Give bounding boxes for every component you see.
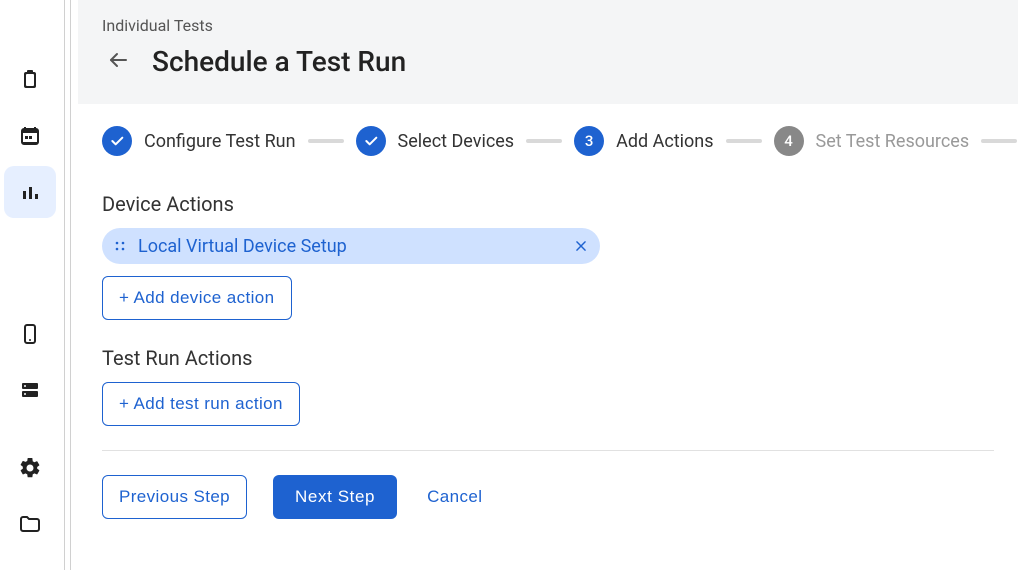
close-icon[interactable] [574,239,588,253]
device-action-label: Local Virtual Device Setup [138,236,562,257]
step-connector [308,139,344,143]
next-step-button[interactable]: Next Step [273,475,397,519]
nav-folder[interactable] [4,498,56,550]
page-header: Individual Tests Schedule a Test Run [78,0,1018,104]
step-connector [981,139,1017,143]
wizard-stepper: Configure Test Run Select Devices 3 Add … [102,126,994,156]
previous-step-button[interactable]: Previous Step [102,475,247,519]
step-connector [726,139,762,143]
step-label: Set Test Resources [816,131,970,152]
step-configure-test-run[interactable]: Configure Test Run [102,126,296,156]
gear-icon [18,456,42,480]
vertical-divider [60,0,78,570]
add-test-run-action-button[interactable]: + Add test run action [102,382,300,426]
nav-chart[interactable] [4,166,56,218]
nav-server[interactable] [4,364,56,416]
server-icon [18,378,42,402]
check-icon [356,126,386,156]
clipboard-icon [18,68,42,92]
breadcrumb: Individual Tests [102,16,994,35]
device-actions-title: Device Actions [102,192,994,216]
step-label: Add Actions [616,131,713,152]
add-device-action-button[interactable]: + Add device action [102,276,292,320]
page-title: Schedule a Test Run [152,45,406,78]
step-number: 3 [574,126,604,156]
step-select-devices[interactable]: Select Devices [356,126,515,156]
nav-settings[interactable] [4,442,56,494]
cancel-button[interactable]: Cancel [423,475,486,519]
wizard-footer: Previous Step Next Step Cancel [102,475,994,519]
folder-icon [18,512,42,536]
calendar-icon [18,124,42,148]
check-icon [102,126,132,156]
nav-calendar[interactable] [4,110,56,162]
step-label: Configure Test Run [144,131,296,152]
chart-icon [18,180,42,204]
nav-phone[interactable] [4,308,56,360]
test-run-actions-title: Test Run Actions [102,346,994,370]
step-add-actions[interactable]: 3 Add Actions [574,126,713,156]
arrow-left-icon [106,48,130,76]
step-label: Select Devices [398,131,515,152]
step-connector [526,139,562,143]
device-action-chip[interactable]: Local Virtual Device Setup [102,228,600,264]
back-button[interactable] [102,46,134,78]
drag-handle-icon[interactable] [114,240,126,252]
step-set-test-resources[interactable]: 4 Set Test Resources [774,126,970,156]
horizontal-divider [102,450,994,451]
step-number: 4 [774,126,804,156]
nav-clipboard[interactable] [4,54,56,106]
sidebar [0,0,60,570]
phone-icon [18,322,42,346]
